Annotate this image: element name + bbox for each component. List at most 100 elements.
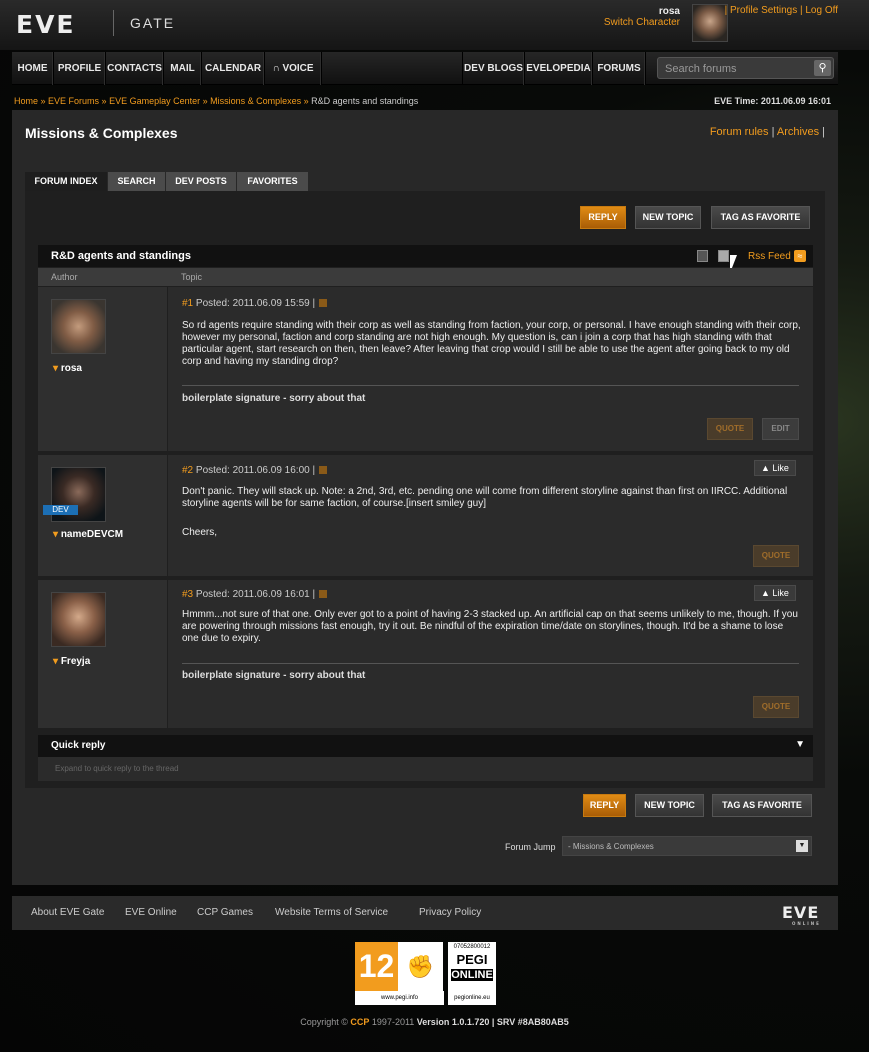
nav-voice[interactable]: ∩ VOICE: [265, 52, 322, 85]
footer-about-link[interactable]: About EVE Gate: [31, 907, 104, 918]
top-header: EVE GATE rosa Switch Character | Profile…: [0, 0, 869, 50]
nav-dev-blogs[interactable]: DEV BLOGS: [462, 52, 525, 85]
quote-button[interactable]: QUOTE: [707, 418, 753, 440]
eve-logo[interactable]: EVE: [16, 10, 76, 39]
violence-icon: ✊: [398, 942, 443, 991]
switch-character-link[interactable]: Switch Character: [604, 17, 680, 28]
list-view-icon[interactable]: [718, 250, 729, 262]
pegi-url[interactable]: www.pegi.info: [355, 991, 444, 1005]
rss-icon[interactable]: ≈: [794, 250, 806, 262]
profile-settings-link[interactable]: Profile Settings: [730, 5, 797, 16]
quote-button[interactable]: QUOTE: [753, 696, 799, 718]
copyright: Copyright © CCP 1997-2011 Version 1.0.1.…: [0, 1017, 869, 1027]
forum-jump-value: - Missions & Complexes: [568, 842, 654, 851]
search-icon[interactable]: ⚲: [814, 60, 831, 76]
thread-title: R&D agents and standings: [51, 250, 191, 262]
pegi-online-badge: 07052800012 PEGI ONLINE: [448, 942, 496, 991]
post-closing: Cheers,: [182, 527, 218, 538]
version-info: Version 1.0.1.720 | SRV #8AB80AB5: [416, 1017, 569, 1027]
post-number[interactable]: #1: [182, 298, 193, 309]
nav-evelopedia[interactable]: EVELOPEDIA: [525, 52, 593, 85]
tab-search[interactable]: SEARCH: [108, 172, 166, 191]
post-3: Freyja #3 Posted: 2011.06.09 16:01 | ▲ L…: [38, 580, 813, 730]
chevron-down-icon[interactable]: ▼: [795, 739, 805, 750]
breadcrumb-sep: »: [99, 96, 110, 106]
nav-profile[interactable]: PROFILE: [54, 52, 106, 85]
nav-calendar[interactable]: CALENDAR: [202, 52, 265, 85]
signature: boilerplate signature - sorry about that: [182, 670, 366, 681]
breadcrumb-sep: »: [200, 96, 211, 106]
quick-reply-title: Quick reply: [51, 740, 106, 751]
archives-link[interactable]: Archives: [777, 126, 819, 138]
footer-ccp-games-link[interactable]: CCP Games: [197, 907, 253, 918]
new-topic-button-bottom[interactable]: NEW TOPIC: [635, 794, 704, 817]
new-topic-button[interactable]: NEW TOPIC: [635, 206, 701, 229]
breadcrumb-missions[interactable]: Missions & Complexes: [210, 96, 301, 106]
gate-label: GATE: [130, 15, 176, 31]
avatar[interactable]: [51, 299, 106, 354]
tab-forum-index[interactable]: FORUM INDEX: [25, 172, 108, 191]
quick-reply-header[interactable]: Quick reply ▼: [38, 735, 813, 757]
post-author[interactable]: rosa: [53, 363, 82, 374]
log-off-link[interactable]: Log Off: [805, 5, 838, 16]
reply-button[interactable]: REPLY: [580, 206, 626, 229]
post-header: #1 Posted: 2011.06.09 15:59 |: [182, 298, 328, 309]
flag-icon[interactable]: [319, 466, 328, 475]
chevron-down-icon[interactable]: ▼: [796, 840, 808, 852]
forum-rules-link[interactable]: Forum rules: [710, 126, 769, 138]
post-header: #3 Posted: 2011.06.09 16:01 |: [182, 589, 328, 600]
footer-terms-link[interactable]: Website Terms of Service: [275, 907, 388, 918]
signature: boilerplate signature - sorry about that: [182, 393, 366, 404]
post-body: Hmmm...not sure of that one. Only ever g…: [182, 609, 798, 644]
flag-icon[interactable]: [319, 590, 328, 599]
tab-dev-posts[interactable]: DEV POSTS: [166, 172, 237, 191]
breadcrumb-home[interactable]: Home: [14, 96, 38, 106]
topic-column-label: Topic: [181, 272, 203, 282]
tab-favorites[interactable]: FAVORITES: [237, 172, 309, 191]
post-author[interactable]: Freyja: [53, 656, 90, 667]
like-button[interactable]: ▲ Like: [754, 585, 796, 601]
flat-view-icon[interactable]: [697, 250, 708, 262]
logo-divider: [113, 10, 114, 36]
nav-home[interactable]: HOME: [12, 52, 54, 85]
breadcrumb-sep: »: [301, 96, 312, 106]
post-author[interactable]: nameDEVCM: [53, 529, 123, 540]
eve-online-logo[interactable]: EVE ONLINE: [782, 903, 819, 926]
flag-icon[interactable]: [319, 299, 328, 308]
tag-favorite-button[interactable]: TAG AS FAVORITE: [711, 206, 810, 229]
breadcrumb-eve-forums[interactable]: EVE Forums: [48, 96, 99, 106]
post-2: DEV nameDEVCM #2 Posted: 2011.06.09 16:0…: [38, 455, 813, 578]
forum-jump-select[interactable]: - Missions & Complexes ▼: [562, 836, 812, 856]
pegi-code: 07052800012: [453, 944, 491, 950]
search-input[interactable]: Search forums ⚲: [657, 57, 834, 79]
footer-eve-online-link[interactable]: EVE Online: [125, 907, 177, 918]
post-header: #2 Posted: 2011.06.09 16:00 |: [182, 465, 328, 476]
thumbs-up-icon: ▲: [761, 463, 773, 473]
tag-favorite-button-bottom[interactable]: TAG AS FAVORITE: [712, 794, 812, 817]
nav-forums[interactable]: FORUMS: [593, 52, 646, 85]
quote-button[interactable]: QUOTE: [753, 545, 799, 567]
divider: |: [768, 126, 777, 138]
rss-feed-link[interactable]: Rss Feed: [748, 251, 791, 262]
nav-contacts[interactable]: CONTACTS: [106, 52, 164, 85]
footer-logo-sub: ONLINE: [792, 921, 821, 926]
nav-mail[interactable]: MAIL: [164, 52, 202, 85]
post-number[interactable]: #2: [182, 465, 193, 476]
like-label: Like: [772, 588, 789, 598]
breadcrumb-gameplay-center[interactable]: EVE Gameplay Center: [109, 96, 200, 106]
edit-button[interactable]: EDIT: [762, 418, 799, 440]
breadcrumb-sep: »: [38, 96, 49, 106]
column-header: Author Topic: [38, 268, 813, 286]
post-number[interactable]: #3: [182, 589, 193, 600]
quick-reply-expand[interactable]: Expand to quick reply to the thread: [38, 757, 813, 781]
post-body: Don't panic. They will stack up. Note: a…: [182, 486, 788, 509]
like-button[interactable]: ▲ Like: [754, 460, 796, 476]
like-label: Like: [772, 463, 789, 473]
user-avatar[interactable]: [692, 4, 728, 42]
reply-button-bottom[interactable]: REPLY: [583, 794, 626, 817]
pegi-online-url[interactable]: pegionline.eu: [448, 991, 496, 1005]
footer-privacy-link[interactable]: Privacy Policy: [419, 907, 481, 918]
avatar[interactable]: [51, 592, 106, 647]
forum-jump-label: Forum Jump: [505, 842, 556, 852]
ccp-link[interactable]: CCP: [350, 1017, 369, 1027]
